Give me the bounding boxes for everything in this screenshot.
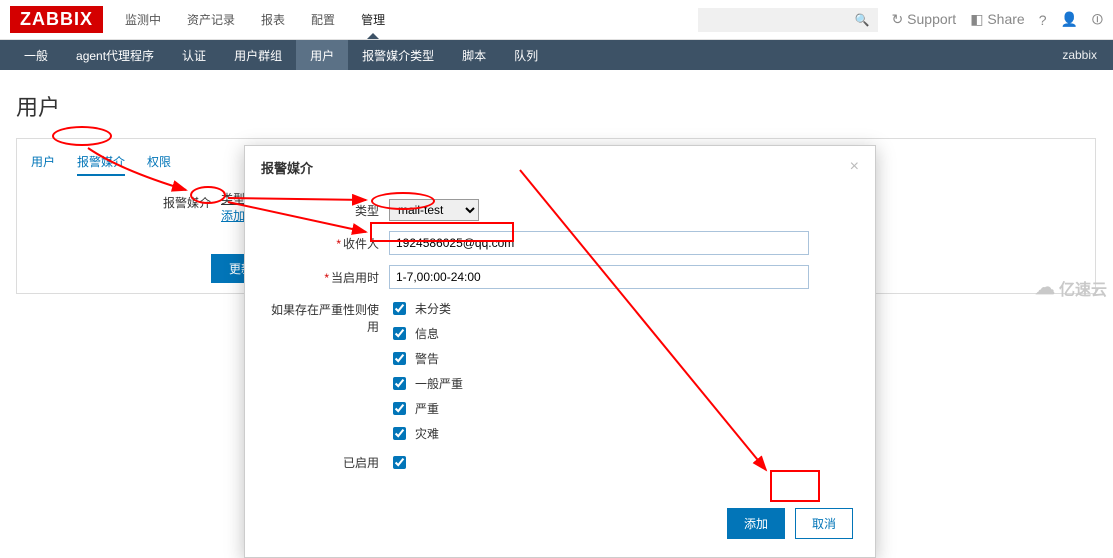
media-type-header: 类型 xyxy=(221,192,245,206)
sub-nav: 一般 agent代理程序 认证 用户群组 用户 报警媒介类型 脚本 队列 zab… xyxy=(0,40,1113,70)
label-when: *当启用时 xyxy=(269,269,389,286)
media-controls: 类型 添加 xyxy=(221,190,245,224)
modal-footer: 添加 取消 xyxy=(245,498,875,557)
support-link[interactable]: ↻ Support xyxy=(892,11,957,28)
user-icon[interactable]: 👤 xyxy=(1060,11,1077,28)
share-link[interactable]: ◧ Share xyxy=(970,11,1024,28)
chk-warning[interactable] xyxy=(393,352,406,365)
tab-user[interactable]: 用户 xyxy=(31,149,55,176)
top-bar: ZABBIX 监测中 资产记录 报表 配置 管理 🔍 ↻ Support ◧ S… xyxy=(0,0,1113,40)
chk-information[interactable] xyxy=(393,327,406,340)
label-severity: 如果存在严重性则使用 xyxy=(269,299,389,335)
cancel-button[interactable]: 取消 xyxy=(795,508,853,539)
page-title: 用户 xyxy=(16,90,1097,122)
chk-not-classified[interactable] xyxy=(393,302,406,315)
row-severity: 如果存在严重性则使用 未分类 信息 警告 一般严重 严重 灾难 xyxy=(269,299,851,443)
nav-administration[interactable]: 管理 xyxy=(359,1,387,38)
subnav-general[interactable]: 一般 xyxy=(10,40,62,70)
modal-title: 报警媒介 xyxy=(261,158,313,177)
sev-high[interactable]: 严重 xyxy=(389,399,851,418)
row-when: *当启用时 xyxy=(269,265,851,289)
row-enabled: 已启用 xyxy=(269,453,851,472)
close-icon[interactable]: × xyxy=(850,158,859,177)
subnav-proxies[interactable]: agent代理程序 xyxy=(62,40,168,70)
search-input[interactable]: 🔍 xyxy=(698,8,878,32)
subnav-users[interactable]: 用户 xyxy=(296,40,348,70)
sev-information[interactable]: 信息 xyxy=(389,324,851,343)
sev-warning[interactable]: 警告 xyxy=(389,349,851,368)
modal-body: 类型 mail-test *收件人 *当启用时 如果存在严重性则使用 未分类 xyxy=(245,185,875,498)
chk-high[interactable] xyxy=(393,402,406,415)
add-button[interactable]: 添加 xyxy=(727,508,785,539)
sev-not-classified[interactable]: 未分类 xyxy=(389,299,851,318)
input-sendto[interactable] xyxy=(389,231,809,255)
sev-average[interactable]: 一般严重 xyxy=(389,374,851,393)
watermark: ☁ 亿速云 xyxy=(1035,275,1107,300)
row-type: 类型 mail-test xyxy=(269,199,851,221)
subnav-usergroups[interactable]: 用户群组 xyxy=(220,40,296,70)
search-icon: 🔍 xyxy=(855,13,870,27)
input-when[interactable] xyxy=(389,265,809,289)
add-media-link[interactable]: 添加 xyxy=(221,209,245,223)
severity-list: 未分类 信息 警告 一般严重 严重 灾难 xyxy=(389,299,851,443)
nav-reports[interactable]: 报表 xyxy=(259,1,287,38)
modal-header: 报警媒介 × xyxy=(245,146,875,185)
help-icon[interactable]: ? xyxy=(1039,12,1047,28)
subnav-scripts[interactable]: 脚本 xyxy=(448,40,500,70)
subnav-auth[interactable]: 认证 xyxy=(168,40,220,70)
media-label: 报警媒介 xyxy=(161,190,211,211)
select-type[interactable]: mail-test xyxy=(389,199,479,221)
tab-media[interactable]: 报警媒介 xyxy=(77,149,125,176)
row-sendto: *收件人 xyxy=(269,231,851,255)
tab-permissions[interactable]: 权限 xyxy=(147,149,171,176)
chk-disaster[interactable] xyxy=(393,427,406,440)
topbar-right: 🔍 ↻ Support ◧ Share ? 👤 ⏼ xyxy=(698,8,1103,32)
cloud-icon: ☁ xyxy=(1035,275,1055,300)
sev-disaster[interactable]: 灾难 xyxy=(389,424,851,443)
subnav-mediatypes[interactable]: 报警媒介类型 xyxy=(348,40,448,70)
media-modal: 报警媒介 × 类型 mail-test *收件人 *当启用时 如果存在严重性则 xyxy=(244,145,876,558)
chk-enabled[interactable] xyxy=(393,456,406,469)
nav-monitoring[interactable]: 监测中 xyxy=(123,1,163,38)
label-type: 类型 xyxy=(269,202,389,219)
label-sendto: *收件人 xyxy=(269,235,389,252)
logo: ZABBIX xyxy=(10,6,103,33)
subnav-right-label: zabbix xyxy=(1062,48,1103,62)
nav-configuration[interactable]: 配置 xyxy=(309,1,337,38)
main-nav: 监测中 资产记录 报表 配置 管理 xyxy=(123,1,387,38)
label-enabled: 已启用 xyxy=(269,454,389,471)
subnav-queue[interactable]: 队列 xyxy=(500,40,552,70)
chk-average[interactable] xyxy=(393,377,406,390)
logout-icon[interactable]: ⏼ xyxy=(1092,11,1103,28)
nav-inventory[interactable]: 资产记录 xyxy=(185,1,237,38)
